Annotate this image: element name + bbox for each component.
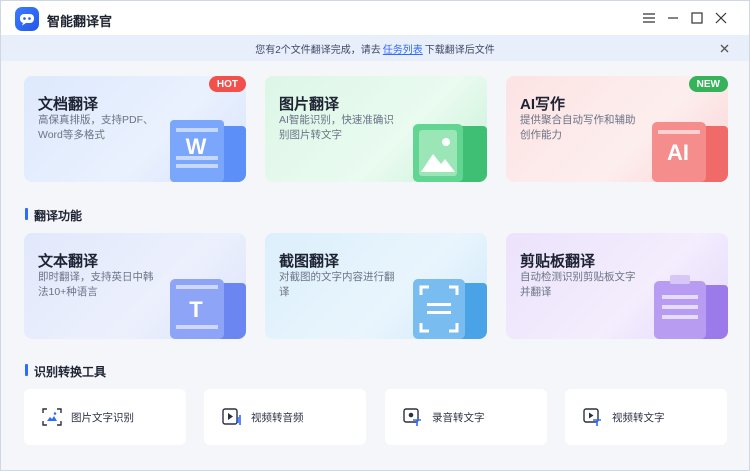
video-text-icon bbox=[582, 406, 604, 428]
video-audio-icon bbox=[221, 406, 243, 428]
menu-icon[interactable] bbox=[637, 7, 661, 29]
tool-label: 图片文字识别 bbox=[71, 411, 134, 424]
tool-label: 视频转音频 bbox=[251, 411, 304, 424]
card-desc: 自动检测识别剪贴板文字并翻译 bbox=[520, 271, 636, 298]
card-clipboard-translate[interactable]: 剪贴板翻译 自动检测识别剪贴板文字并翻译 bbox=[506, 233, 728, 339]
section-title-tools: 识别转换工具 bbox=[25, 363, 106, 380]
tool-image-ocr[interactable]: 图片文字识别 bbox=[24, 389, 186, 445]
card-ai-writing[interactable]: AI写作 提供聚合自动写作和辅助创作能力 NEW AI bbox=[506, 76, 728, 182]
text-document-icon: T bbox=[170, 279, 246, 339]
card-title: 截图翻译 bbox=[279, 253, 340, 270]
tool-label: 录音转文字 bbox=[432, 411, 485, 424]
card-desc: AI智能识别，快速准确识别图片转文字 bbox=[279, 114, 394, 141]
tool-video-to-text[interactable]: 视频转文字 bbox=[565, 389, 727, 445]
document-word-icon: W bbox=[170, 120, 246, 182]
card-title: 剪贴板翻译 bbox=[520, 253, 596, 270]
card-desc: 对截图的文字内容进行翻译 bbox=[279, 271, 395, 298]
app-logo-icon bbox=[15, 7, 39, 31]
app-title: 智能翻译官 bbox=[47, 14, 113, 29]
task-list-link[interactable]: 任务列表 bbox=[383, 41, 423, 56]
card-document-translate[interactable]: 文档翻译 高保真排版，支持PDF、Word等多格式 HOT W bbox=[24, 76, 246, 182]
notice-suffix: 下载翻译后文件 bbox=[424, 44, 495, 56]
tool-label: 视频转文字 bbox=[612, 411, 665, 424]
notice-close-icon[interactable] bbox=[717, 41, 731, 55]
card-title: AI写作 bbox=[520, 96, 566, 113]
new-badge: NEW bbox=[688, 76, 728, 92]
card-desc: 提供聚合自动写作和辅助创作能力 bbox=[520, 114, 636, 141]
card-image-translate[interactable]: 图片翻译 AI智能识别，快速准确识别图片转文字 bbox=[265, 76, 487, 182]
image-scan-icon bbox=[41, 406, 63, 428]
app-window: 智能翻译官 您有2个文件翻译完成，请去 任务列表 下载翻译后文件 文档翻译 高保… bbox=[0, 0, 750, 471]
card-desc: 高保真排版，支持PDF、Word等多格式 bbox=[38, 114, 154, 141]
svg-text:T: T bbox=[189, 297, 203, 322]
card-title: 文档翻译 bbox=[38, 96, 99, 113]
title-bar: 智能翻译官 bbox=[1, 1, 749, 35]
maximize-icon[interactable] bbox=[685, 7, 709, 29]
clipboard-icon bbox=[654, 275, 728, 339]
recording-text-icon bbox=[402, 406, 424, 428]
hot-badge: HOT bbox=[208, 76, 246, 92]
card-title: 文本翻译 bbox=[38, 253, 99, 270]
notice-prefix: 您有2个文件翻译完成，请去 bbox=[255, 44, 381, 56]
svg-text:W: W bbox=[186, 134, 207, 159]
screenshot-icon bbox=[413, 279, 487, 339]
svg-text:AI: AI bbox=[667, 140, 689, 165]
minimize-icon[interactable] bbox=[661, 7, 685, 29]
tool-video-to-audio[interactable]: 视频转音频 bbox=[204, 389, 366, 445]
ai-writing-icon: AI bbox=[652, 122, 728, 182]
close-icon[interactable] bbox=[709, 7, 733, 29]
tool-audio-to-text[interactable]: 录音转文字 bbox=[385, 389, 547, 445]
card-title: 图片翻译 bbox=[279, 96, 340, 113]
section-title-translate: 翻译功能 bbox=[25, 207, 82, 224]
card-screenshot-translate[interactable]: 截图翻译 对截图的文字内容进行翻译 bbox=[265, 233, 487, 339]
image-icon bbox=[413, 124, 487, 182]
card-text-translate[interactable]: 文本翻译 即时翻译，支持英日中韩法10+种语言 T bbox=[24, 233, 246, 339]
notice-bar: 您有2个文件翻译完成，请去 任务列表 下载翻译后文件 bbox=[1, 35, 749, 61]
card-desc: 即时翻译，支持英日中韩法10+种语言 bbox=[38, 271, 154, 298]
